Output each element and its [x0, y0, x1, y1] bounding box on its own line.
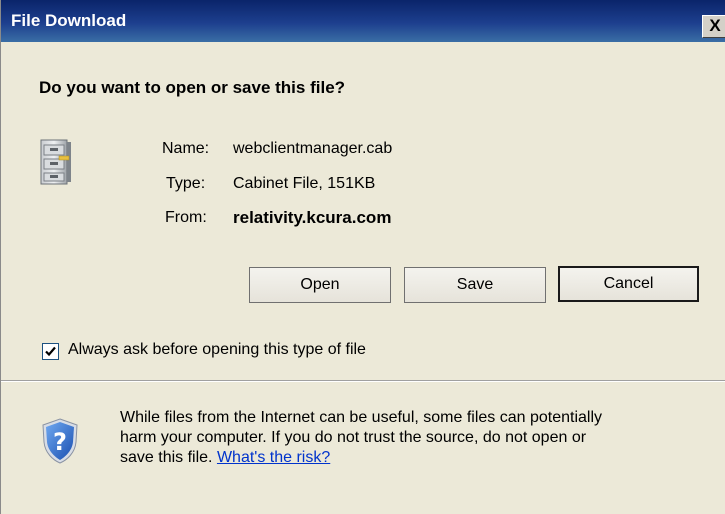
security-warning-text: While files from the Internet can be use…: [120, 408, 705, 468]
security-shield-question-icon: ?: [41, 418, 79, 464]
warning-line-2: harm your computer. If you do not trust …: [120, 429, 587, 446]
warning-line-1: While files from the Internet can be use…: [120, 409, 603, 426]
file-type-value: Cabinet File, 151KB: [233, 175, 376, 192]
close-button[interactable]: X: [702, 15, 725, 38]
svg-text:?: ?: [53, 428, 67, 456]
check-icon: [45, 346, 56, 357]
file-cabinet-icon: [39, 138, 73, 186]
type-label: Type:: [166, 175, 206, 192]
whats-the-risk-link[interactable]: What's the risk?: [217, 449, 330, 466]
cancel-button[interactable]: Cancel: [558, 266, 699, 302]
always-ask-label[interactable]: Always ask before opening this type of f…: [68, 341, 366, 359]
dialog-question: Do you want to open or save this file?: [39, 78, 346, 97]
save-button[interactable]: Save: [404, 267, 546, 303]
title-bar[interactable]: File Download X: [1, 0, 725, 42]
close-icon: X: [709, 16, 721, 35]
from-label: From:: [165, 209, 207, 226]
warning-line-3-text: save this file.: [120, 449, 213, 466]
separator: [1, 380, 725, 382]
name-label: Name:: [162, 140, 210, 157]
window-title: File Download: [11, 11, 127, 30]
open-button[interactable]: Open: [249, 267, 391, 303]
warning-line-3: save this file. What's the risk?: [120, 448, 705, 468]
file-download-dialog: File Download X Do you want to open or s…: [0, 0, 725, 514]
file-name-value: webclientmanager.cab: [233, 140, 393, 157]
file-source-value: relativity.kcura.com: [233, 208, 392, 227]
always-ask-checkbox[interactable]: [42, 343, 59, 360]
